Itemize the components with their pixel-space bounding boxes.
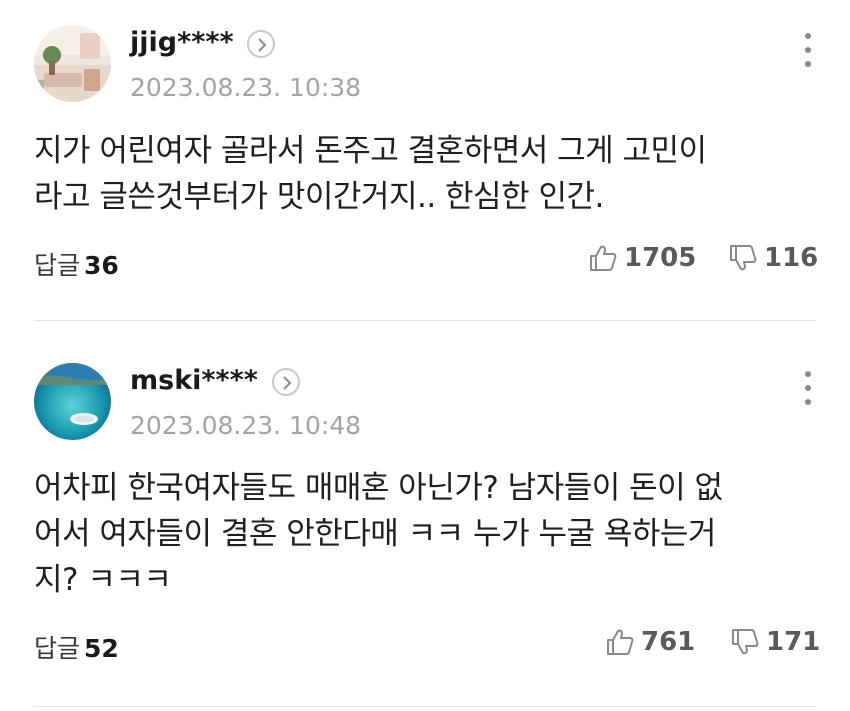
dislike-count: 171 bbox=[766, 627, 821, 657]
dislike-count: 116 bbox=[764, 243, 819, 273]
avatar-image bbox=[34, 363, 111, 440]
reply-count: 52 bbox=[84, 634, 119, 663]
timestamp: 2023.08.23. 10:48 bbox=[130, 411, 362, 440]
thumbs-up-icon bbox=[607, 629, 634, 655]
chevron-right-icon[interactable] bbox=[272, 368, 300, 396]
timestamp: 2023.08.23. 10:38 bbox=[130, 73, 362, 102]
like-button[interactable]: 761 bbox=[605, 627, 695, 657]
comment-divider bbox=[34, 706, 816, 707]
avatar-image bbox=[34, 25, 111, 102]
avatar[interactable] bbox=[34, 363, 111, 440]
like-count: 1705 bbox=[624, 243, 697, 273]
comment-text: 지가 어린여자 골라서 돈주고 결혼하면서 그게 고민이 라고 글쓴것부터가 맛… bbox=[34, 133, 707, 215]
reply-count: 36 bbox=[84, 251, 119, 280]
chevron-right-icon[interactable] bbox=[247, 30, 275, 58]
thumbs-down-icon bbox=[732, 629, 759, 655]
comment-item: jjig**** 2023.08.23. 10:38 지가 어린여자 골라서 돈… bbox=[0, 0, 850, 320]
dislike-button[interactable]: 171 bbox=[730, 627, 820, 657]
reply-link[interactable]: 답글 52 bbox=[34, 629, 119, 665]
like-count: 761 bbox=[641, 627, 696, 657]
vertical-dots-icon[interactable] bbox=[798, 369, 818, 409]
reply-label: 답글 bbox=[34, 251, 81, 280]
thumbs-down-icon bbox=[730, 245, 757, 271]
username[interactable]: mski**** bbox=[130, 365, 258, 396]
reply-label: 답글 bbox=[34, 634, 81, 663]
username[interactable]: jjig**** bbox=[130, 27, 234, 58]
comment-item: mski**** 2023.08.23. 10:48 어차피 한국여자들도 매매… bbox=[0, 321, 850, 706]
dislike-button[interactable]: 116 bbox=[728, 243, 818, 273]
thumbs-up-icon bbox=[590, 245, 617, 271]
avatar[interactable] bbox=[34, 25, 111, 102]
comment-text: 어차피 한국여자들도 매매혼 아닌가? 남자들이 돈이 없 어서 여자들이 결혼… bbox=[34, 470, 723, 598]
vertical-dots-icon[interactable] bbox=[798, 31, 818, 71]
reply-link[interactable]: 답글 36 bbox=[34, 246, 119, 282]
like-button[interactable]: 1705 bbox=[588, 243, 696, 273]
